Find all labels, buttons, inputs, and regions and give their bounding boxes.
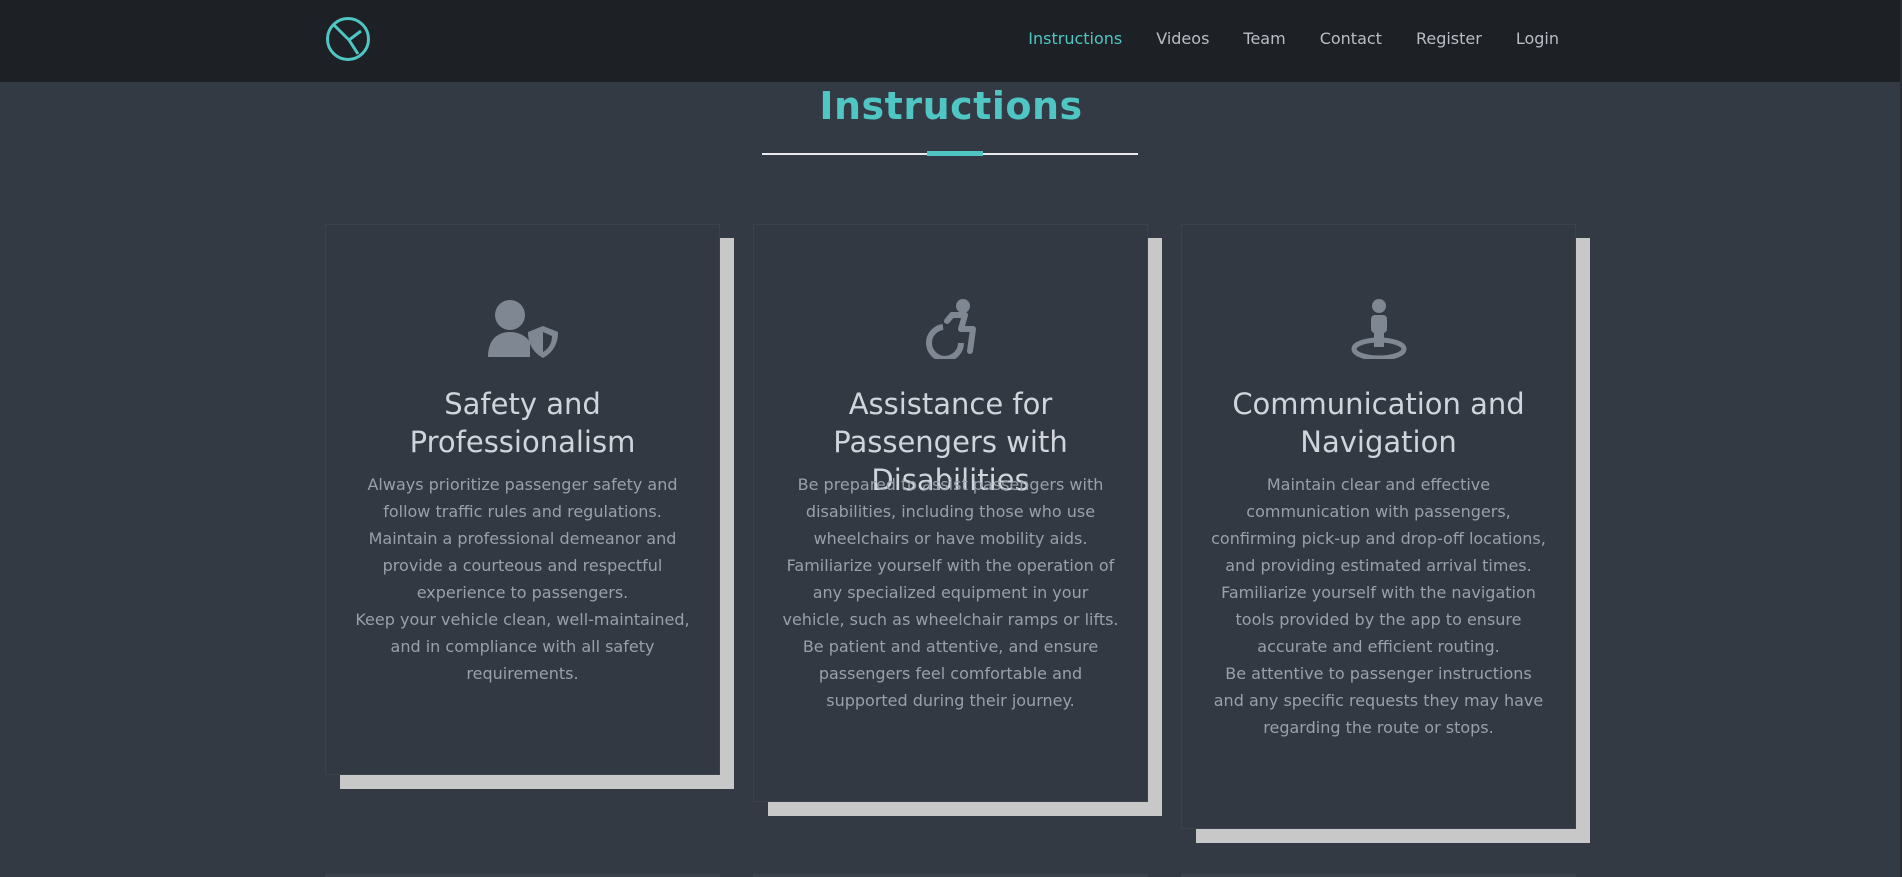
- card-paragraph: Keep your vehicle clean, well-maintained…: [355, 610, 690, 683]
- card-body: Be prepared to assist passengers with di…: [780, 471, 1121, 714]
- card-paragraph: Be patient and attentive, and ensure pas…: [802, 637, 1099, 710]
- nav-link-instructions[interactable]: Instructions: [1028, 29, 1122, 48]
- card-paragraph: Always prioritize passenger safety and f…: [367, 475, 678, 521]
- card-icon-wrapper: [326, 299, 719, 359]
- card-title: Communication and Navigation: [1232, 387, 1525, 459]
- nav-link-login[interactable]: Login: [1516, 29, 1559, 48]
- card-paragraph: Maintain a professional demeanor and pro…: [368, 529, 677, 602]
- instruction-card-navigation: Communication and Navigation Maintain cl…: [1181, 224, 1576, 829]
- title-accent-bar: [927, 151, 983, 156]
- top-navbar: Instructions Videos Team Contact Registe…: [0, 0, 1902, 82]
- nav-link-team[interactable]: Team: [1243, 29, 1285, 48]
- card-paragraph: Familiarize yourself with the operation …: [782, 556, 1119, 629]
- user-shield-icon: [487, 300, 558, 358]
- card-paragraph: Be prepared to assist passengers with di…: [797, 475, 1104, 548]
- instruction-card-disabilities: Assistance for Passengers with Disabilit…: [753, 224, 1148, 802]
- nav-link-register[interactable]: Register: [1416, 29, 1482, 48]
- card-paragraph: Maintain clear and effective communicati…: [1211, 475, 1546, 575]
- logo-icon[interactable]: [325, 16, 371, 62]
- nav-link-videos[interactable]: Videos: [1156, 29, 1209, 48]
- card-body: Always prioritize passenger safety and f…: [352, 471, 693, 687]
- instruction-card-safety: Safety and Professionalism Always priori…: [325, 224, 720, 775]
- card-icon-wrapper: [754, 299, 1147, 359]
- section-title: Instructions: [819, 84, 1083, 128]
- card-paragraph: Familiarize yourself with the navigation…: [1221, 583, 1536, 656]
- wheelchair-icon: [925, 299, 976, 359]
- card-title: Safety and Professionalism: [409, 387, 636, 459]
- nav-menu: Instructions Videos Team Contact Registe…: [994, 0, 1559, 77]
- person-location-icon: [1351, 299, 1406, 359]
- card-paragraph: Be attentive to passenger instructions a…: [1213, 664, 1544, 737]
- card-icon-wrapper: [1182, 299, 1575, 359]
- card-body: Maintain clear and effective communicati…: [1208, 471, 1549, 741]
- nav-link-contact[interactable]: Contact: [1320, 29, 1382, 48]
